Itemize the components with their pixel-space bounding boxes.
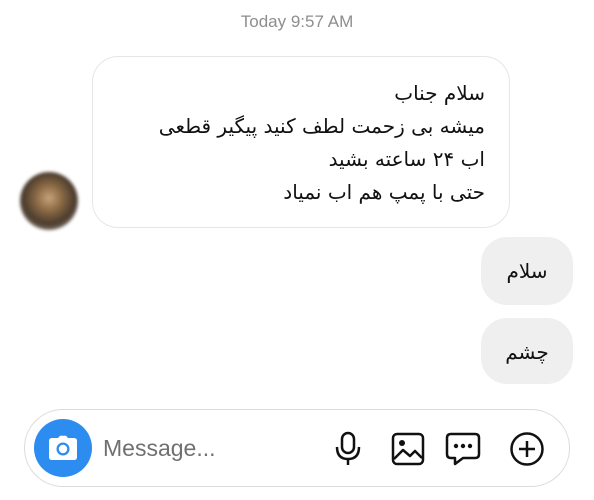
add-button[interactable] [507,429,547,469]
incoming-message-bubble[interactable]: سلام جناب میشه بی زحمت لطف کنید پیگیر قط… [92,56,510,228]
camera-button[interactable] [34,419,92,477]
gallery-icon [391,432,425,466]
message-line: اب ۲۴ ساعته بشید [328,147,485,171]
gallery-button[interactable] [388,429,428,469]
sticker-button[interactable] [443,429,483,469]
camera-icon [49,435,77,460]
add-icon [510,432,544,466]
message-text: سلام [506,259,548,283]
outgoing-message-bubble[interactable]: چشم [481,318,573,384]
outgoing-message-bubble[interactable]: سلام [481,237,573,305]
sender-avatar[interactable] [20,172,78,230]
sticker-icon [445,432,481,466]
voice-message-button[interactable] [328,429,368,469]
message-composer [24,409,570,487]
chat-screen: Today 9:57 AM سلام جناب میشه بی زحمت لطف… [0,0,594,500]
message-line: میشه بی زحمت لطف کنید پیگیر قطعی [158,114,485,138]
message-text: چشم [505,340,549,364]
microphone-icon [335,431,361,465]
message-input[interactable] [103,424,303,472]
message-line: سلام جناب [394,81,485,105]
message-line: حتی با پمپ هم اب نمیاد [283,180,485,204]
message-timestamp: Today 9:57 AM [240,12,354,31]
